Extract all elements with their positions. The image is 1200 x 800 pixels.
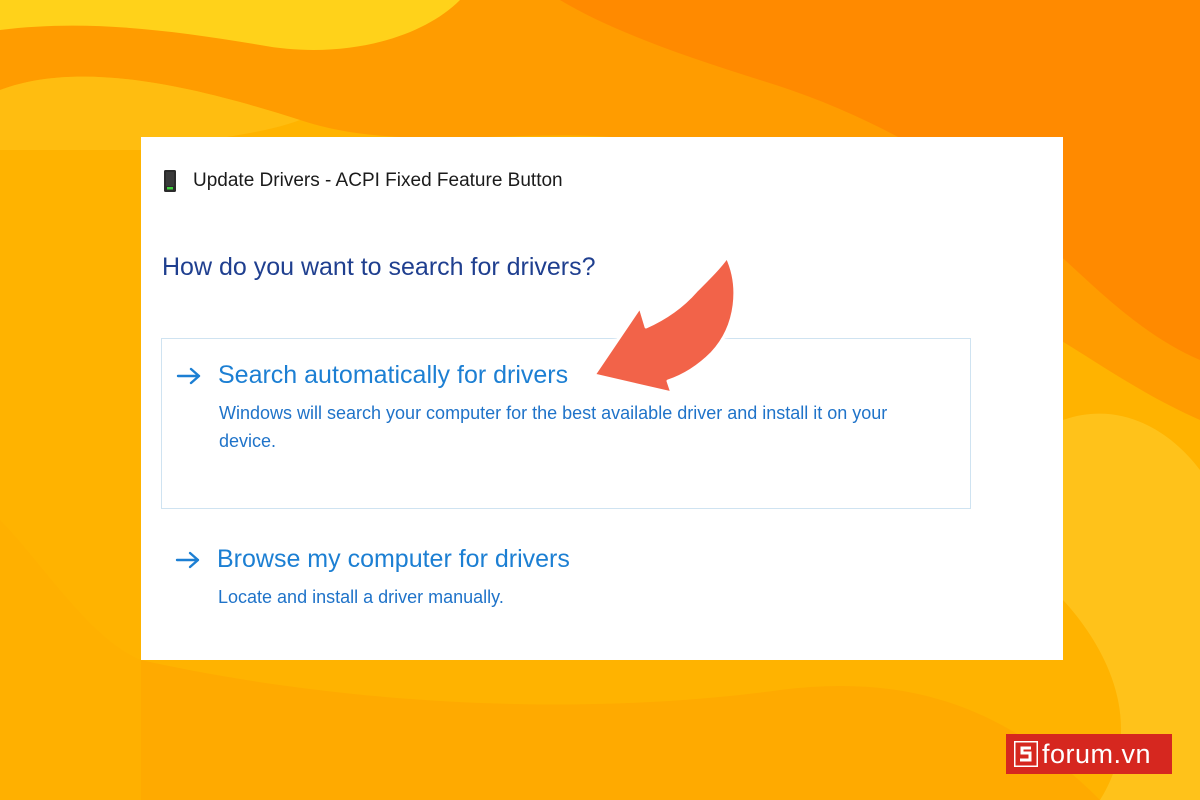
option-title-row: Search automatically for drivers: [176, 361, 568, 390]
browse-computer-description: Locate and install a driver manually.: [218, 587, 504, 607]
search-automatically-description: Windows will search your computer for th…: [219, 403, 888, 451]
browse-computer-title[interactable]: Browse my computer for drivers: [217, 545, 570, 574]
option-title-row: Browse my computer for drivers: [175, 545, 570, 574]
watermark-text: forum.vn: [1042, 738, 1152, 769]
device-icon: [164, 170, 176, 192]
dialog-heading: How do you want to search for drivers?: [162, 253, 596, 281]
arrow-right-icon: [176, 367, 201, 384]
dialog-title: Update Drivers - ACPI Fixed Feature Butt…: [193, 170, 563, 191]
dialog-titlebar: Update Drivers - ACPI Fixed Feature Butt…: [163, 169, 563, 193]
sforum-s-logo: [1014, 741, 1038, 767]
sforum-watermark: forum.vn: [1006, 734, 1172, 774]
search-automatically-title[interactable]: Search automatically for drivers: [218, 361, 568, 390]
arrow-right-icon: [175, 551, 200, 568]
browse-computer-option[interactable]: Browse my computer for drivers Locate an…: [161, 537, 971, 621]
red-curved-arrow-icon: [592, 255, 737, 395]
